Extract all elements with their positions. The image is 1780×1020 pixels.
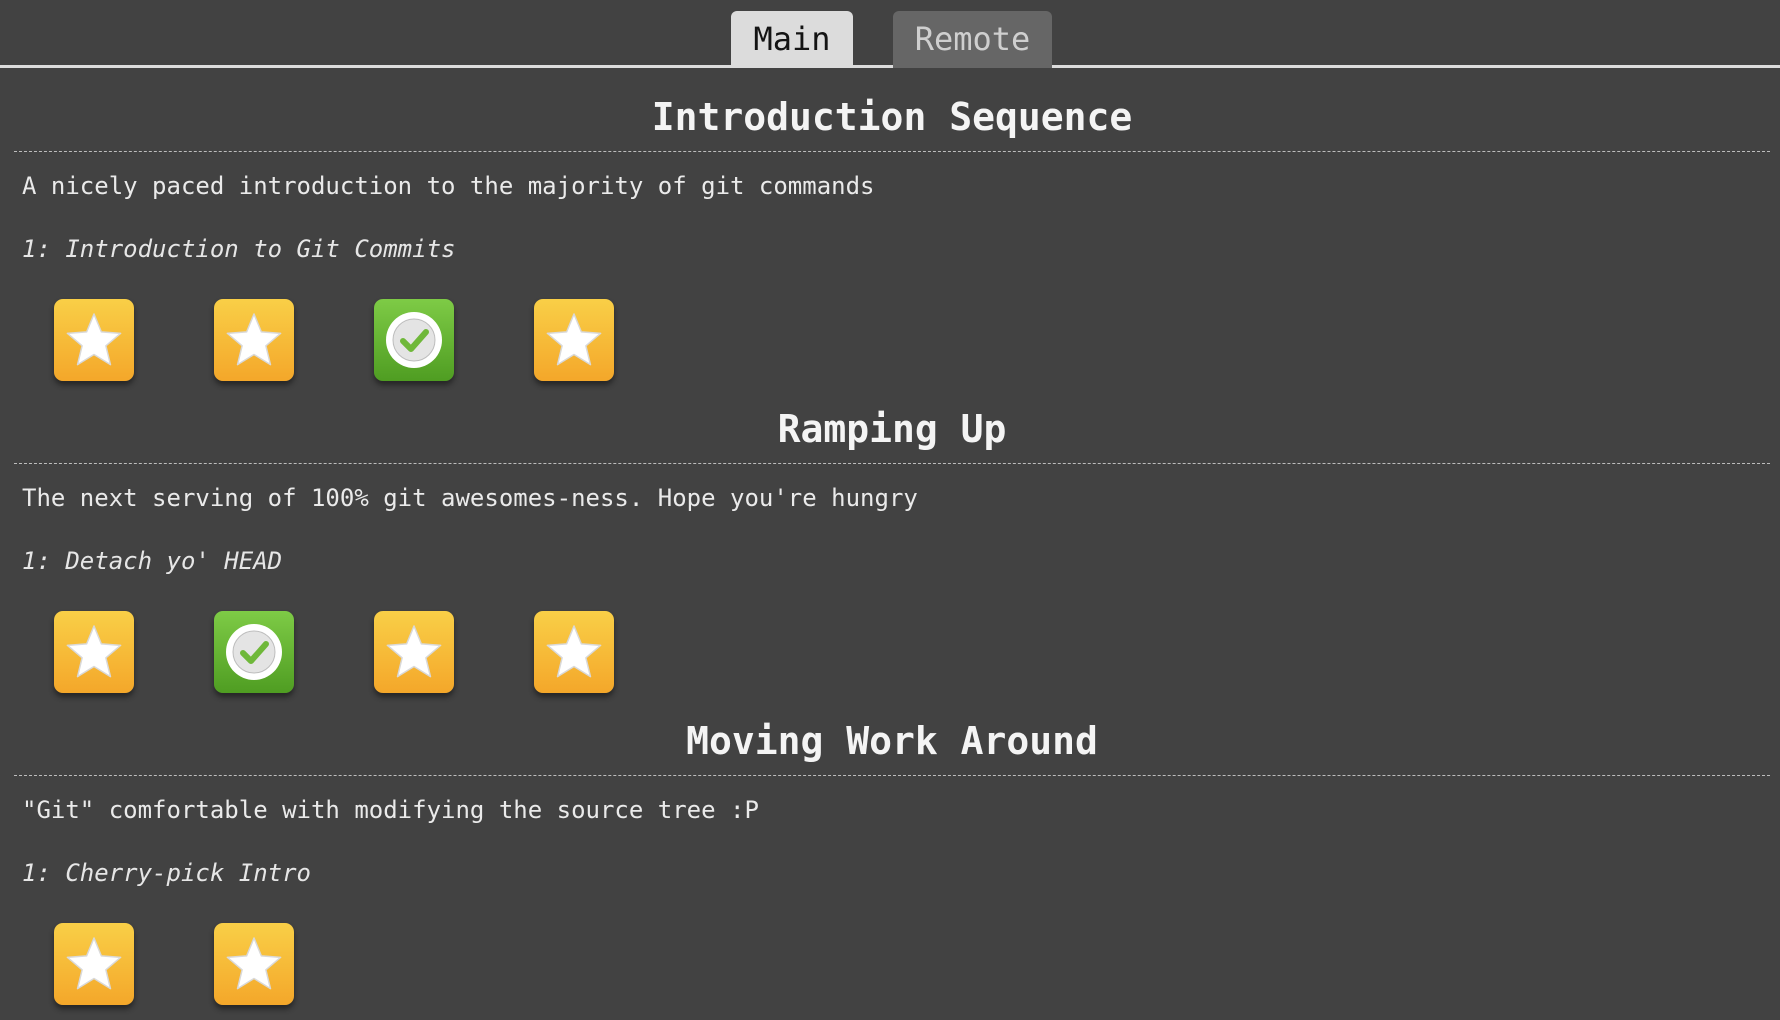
current-level-name: 1: Detach yo' HEAD xyxy=(22,547,283,575)
level-icons-row xyxy=(14,299,1770,383)
level-icon-star[interactable] xyxy=(54,299,134,381)
tab-remote[interactable]: Remote xyxy=(893,11,1052,68)
level-section-moving-work-around: Moving Work Around "Git" comfortable wit… xyxy=(14,713,1770,1007)
star-icon xyxy=(226,313,282,366)
level-icon-completed[interactable] xyxy=(374,299,454,381)
star-icon xyxy=(66,625,122,678)
level-icons-row xyxy=(14,611,1770,695)
check-icon xyxy=(386,312,442,368)
level-icon-star[interactable] xyxy=(54,923,134,1005)
level-icon-star[interactable] xyxy=(214,923,294,1005)
level-icons-row xyxy=(14,923,1770,1007)
level-icon-star[interactable] xyxy=(374,611,454,693)
level-icon-star[interactable] xyxy=(534,611,614,693)
section-description: "Git" comfortable with modifying the sou… xyxy=(22,796,759,824)
level-icon-completed[interactable] xyxy=(214,611,294,693)
level-icon-star[interactable] xyxy=(214,299,294,381)
section-description: A nicely paced introduction to the major… xyxy=(22,172,875,200)
section-description: The next serving of 100% git awesomes-ne… xyxy=(22,484,918,512)
star-icon xyxy=(226,937,282,990)
star-icon xyxy=(66,937,122,990)
section-title: Introduction Sequence xyxy=(14,89,1770,152)
level-section-introduction: Introduction Sequence A nicely paced int… xyxy=(14,89,1770,383)
star-icon xyxy=(66,313,122,366)
level-icon-star[interactable] xyxy=(534,299,614,381)
check-icon xyxy=(226,624,282,680)
tab-main[interactable]: Main xyxy=(731,11,853,68)
current-level-name: 1: Introduction to Git Commits xyxy=(22,235,456,263)
section-title: Moving Work Around xyxy=(14,713,1770,776)
tab-bar: Main Remote xyxy=(0,0,1780,68)
star-icon xyxy=(546,313,602,366)
star-icon xyxy=(546,625,602,678)
level-section-ramping-up: Ramping Up The next serving of 100% git … xyxy=(14,401,1770,695)
level-icon-star[interactable] xyxy=(54,611,134,693)
section-title: Ramping Up xyxy=(14,401,1770,464)
current-level-name: 1: Cherry-pick Intro xyxy=(22,859,311,887)
star-icon xyxy=(386,625,442,678)
